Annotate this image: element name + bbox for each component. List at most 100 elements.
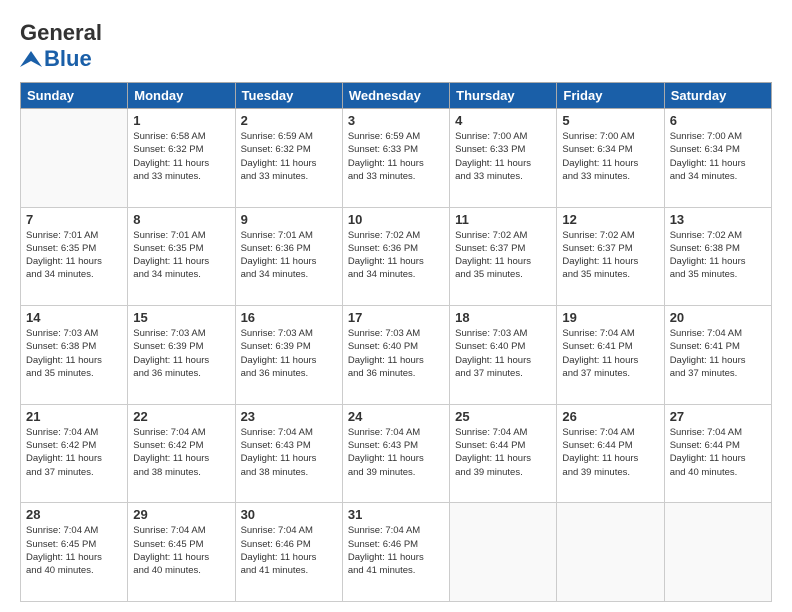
day-cell: 6 Sunrise: 7:00 AMSunset: 6:34 PMDaylight… — [664, 109, 771, 208]
day-cell: 14 Sunrise: 7:03 AMSunset: 6:38 PMDayligh… — [21, 306, 128, 405]
day-number: 24 — [348, 409, 444, 424]
day-info: Sunrise: 7:04 AMSunset: 6:45 PMDaylight:… — [26, 524, 122, 577]
day-number: 21 — [26, 409, 122, 424]
day-info: Sunrise: 7:04 AMSunset: 6:41 PMDaylight:… — [562, 327, 658, 380]
day-info: Sunrise: 7:02 AMSunset: 6:36 PMDaylight:… — [348, 229, 444, 282]
day-cell: 29Sunrise: 7:04 AMSunset: 6:45 PMDayligh… — [128, 503, 235, 602]
weekday-header-friday: Friday — [557, 83, 664, 109]
weekday-header-tuesday: Tuesday — [235, 83, 342, 109]
day-info: Sunrise: 7:01 AMSunset: 6:35 PMDaylight:… — [26, 229, 122, 282]
day-number: 22 — [133, 409, 229, 424]
day-cell: 4 Sunrise: 7:00 AMSunset: 6:33 PMDaylight… — [450, 109, 557, 208]
day-cell: 21 Sunrise: 7:04 AMSunset: 6:42 PMDayligh… — [21, 404, 128, 503]
day-cell: 8 Sunrise: 7:01 AMSunset: 6:35 PMDaylight… — [128, 207, 235, 306]
day-number: 3 — [348, 113, 444, 128]
day-number: 31 — [348, 507, 444, 522]
day-number: 4 — [455, 113, 551, 128]
day-number: 2 — [241, 113, 337, 128]
day-cell — [557, 503, 664, 602]
week-row-5: 28 Sunrise: 7:04 AMSunset: 6:45 PMDayligh… — [21, 503, 772, 602]
week-row-4: 21 Sunrise: 7:04 AMSunset: 6:42 PMDayligh… — [21, 404, 772, 503]
page: General Blue SundayMondayTuesdayWednesda… — [0, 0, 792, 612]
day-cell — [450, 503, 557, 602]
day-info: Sunrise: 7:04 AMSunset: 6:44 PMDaylight:… — [455, 426, 551, 479]
day-cell: 15Sunrise: 7:03 AMSunset: 6:39 PMDayligh… — [128, 306, 235, 405]
day-info: Sunrise: 7:04 AMSunset: 6:44 PMDaylight:… — [562, 426, 658, 479]
weekday-header-saturday: Saturday — [664, 83, 771, 109]
day-cell: 23Sunrise: 7:04 AMSunset: 6:43 PMDayligh… — [235, 404, 342, 503]
day-info: Sunrise: 7:01 AMSunset: 6:36 PMDaylight:… — [241, 229, 337, 282]
day-info: Sunrise: 7:04 AMSunset: 6:46 PMDaylight:… — [348, 524, 444, 577]
day-number: 7 — [26, 212, 122, 227]
day-info: Sunrise: 7:04 AMSunset: 6:44 PMDaylight:… — [670, 426, 766, 479]
day-info: Sunrise: 7:02 AMSunset: 6:37 PMDaylight:… — [455, 229, 551, 282]
day-number: 9 — [241, 212, 337, 227]
week-row-1: 1Sunrise: 6:58 AMSunset: 6:32 PMDaylight… — [21, 109, 772, 208]
day-cell: 17 Sunrise: 7:03 AMSunset: 6:40 PMDayligh… — [342, 306, 449, 405]
day-info: Sunrise: 7:02 AMSunset: 6:38 PMDaylight:… — [670, 229, 766, 282]
weekday-header-wednesday: Wednesday — [342, 83, 449, 109]
day-info: Sunrise: 7:01 AMSunset: 6:35 PMDaylight:… — [133, 229, 229, 282]
weekday-header-row: SundayMondayTuesdayWednesdayThursdayFrid… — [21, 83, 772, 109]
day-info: Sunrise: 7:03 AMSunset: 6:40 PMDaylight:… — [455, 327, 551, 380]
day-info: Sunrise: 6:59 AMSunset: 6:33 PMDaylight:… — [348, 130, 444, 183]
day-cell: 31 Sunrise: 7:04 AMSunset: 6:46 PMDayligh… — [342, 503, 449, 602]
day-number: 28 — [26, 507, 122, 522]
day-number: 10 — [348, 212, 444, 227]
day-cell — [664, 503, 771, 602]
day-info: Sunrise: 7:04 AMSunset: 6:41 PMDaylight:… — [670, 327, 766, 380]
weekday-header-thursday: Thursday — [450, 83, 557, 109]
day-info: Sunrise: 7:04 AMSunset: 6:43 PMDaylight:… — [348, 426, 444, 479]
day-cell: 22 Sunrise: 7:04 AMSunset: 6:42 PMDayligh… — [128, 404, 235, 503]
day-cell: 16Sunrise: 7:03 AMSunset: 6:39 PMDayligh… — [235, 306, 342, 405]
day-number: 5 — [562, 113, 658, 128]
day-cell: 26 Sunrise: 7:04 AMSunset: 6:44 PMDayligh… — [557, 404, 664, 503]
day-cell — [21, 109, 128, 208]
day-cell: 30 Sunrise: 7:04 AMSunset: 6:46 PMDayligh… — [235, 503, 342, 602]
day-info: Sunrise: 7:04 AMSunset: 6:42 PMDaylight:… — [26, 426, 122, 479]
day-cell: 5 Sunrise: 7:00 AMSunset: 6:34 PMDaylight… — [557, 109, 664, 208]
day-cell: 28 Sunrise: 7:04 AMSunset: 6:45 PMDayligh… — [21, 503, 128, 602]
day-info: Sunrise: 6:58 AMSunset: 6:32 PMDaylight:… — [133, 130, 229, 183]
day-info: Sunrise: 7:04 AMSunset: 6:42 PMDaylight:… — [133, 426, 229, 479]
day-number: 26 — [562, 409, 658, 424]
logo-blue-text: Blue — [44, 46, 92, 72]
calendar-table: SundayMondayTuesdayWednesdayThursdayFrid… — [20, 82, 772, 602]
day-number: 30 — [241, 507, 337, 522]
day-cell: 10 Sunrise: 7:02 AMSunset: 6:36 PMDayligh… — [342, 207, 449, 306]
day-number: 6 — [670, 113, 766, 128]
logo-bird-icon — [20, 51, 42, 67]
day-info: Sunrise: 7:00 AMSunset: 6:34 PMDaylight:… — [670, 130, 766, 183]
week-row-2: 7 Sunrise: 7:01 AMSunset: 6:35 PMDaylight… — [21, 207, 772, 306]
day-cell: 3 Sunrise: 6:59 AMSunset: 6:33 PMDaylight… — [342, 109, 449, 208]
day-cell: 9 Sunrise: 7:01 AMSunset: 6:36 PMDaylight… — [235, 207, 342, 306]
day-info: Sunrise: 7:03 AMSunset: 6:38 PMDaylight:… — [26, 327, 122, 380]
day-info: Sunrise: 7:04 AMSunset: 6:46 PMDaylight:… — [241, 524, 337, 577]
day-info: Sunrise: 7:03 AMSunset: 6:40 PMDaylight:… — [348, 327, 444, 380]
logo-general-text: General — [20, 20, 102, 46]
day-cell: 24 Sunrise: 7:04 AMSunset: 6:43 PMDayligh… — [342, 404, 449, 503]
day-number: 15 — [133, 310, 229, 325]
day-number: 13 — [670, 212, 766, 227]
day-number: 17 — [348, 310, 444, 325]
day-info: Sunrise: 7:04 AMSunset: 6:45 PMDaylight:… — [133, 524, 229, 577]
day-info: Sunrise: 7:02 AMSunset: 6:37 PMDaylight:… — [562, 229, 658, 282]
day-cell: 11 Sunrise: 7:02 AMSunset: 6:37 PMDayligh… — [450, 207, 557, 306]
day-number: 14 — [26, 310, 122, 325]
day-number: 19 — [562, 310, 658, 325]
day-info: Sunrise: 6:59 AMSunset: 6:32 PMDaylight:… — [241, 130, 337, 183]
day-info: Sunrise: 7:00 AMSunset: 6:33 PMDaylight:… — [455, 130, 551, 183]
day-info: Sunrise: 7:00 AMSunset: 6:34 PMDaylight:… — [562, 130, 658, 183]
day-number: 18 — [455, 310, 551, 325]
day-cell: 1Sunrise: 6:58 AMSunset: 6:32 PMDaylight… — [128, 109, 235, 208]
day-cell: 27Sunrise: 7:04 AMSunset: 6:44 PMDayligh… — [664, 404, 771, 503]
week-row-3: 14 Sunrise: 7:03 AMSunset: 6:38 PMDayligh… — [21, 306, 772, 405]
day-cell: 20Sunrise: 7:04 AMSunset: 6:41 PMDayligh… — [664, 306, 771, 405]
weekday-header-monday: Monday — [128, 83, 235, 109]
day-number: 16 — [241, 310, 337, 325]
day-number: 8 — [133, 212, 229, 227]
day-cell: 18 Sunrise: 7:03 AMSunset: 6:40 PMDayligh… — [450, 306, 557, 405]
day-info: Sunrise: 7:04 AMSunset: 6:43 PMDaylight:… — [241, 426, 337, 479]
day-cell: 2 Sunrise: 6:59 AMSunset: 6:32 PMDaylight… — [235, 109, 342, 208]
day-number: 11 — [455, 212, 551, 227]
